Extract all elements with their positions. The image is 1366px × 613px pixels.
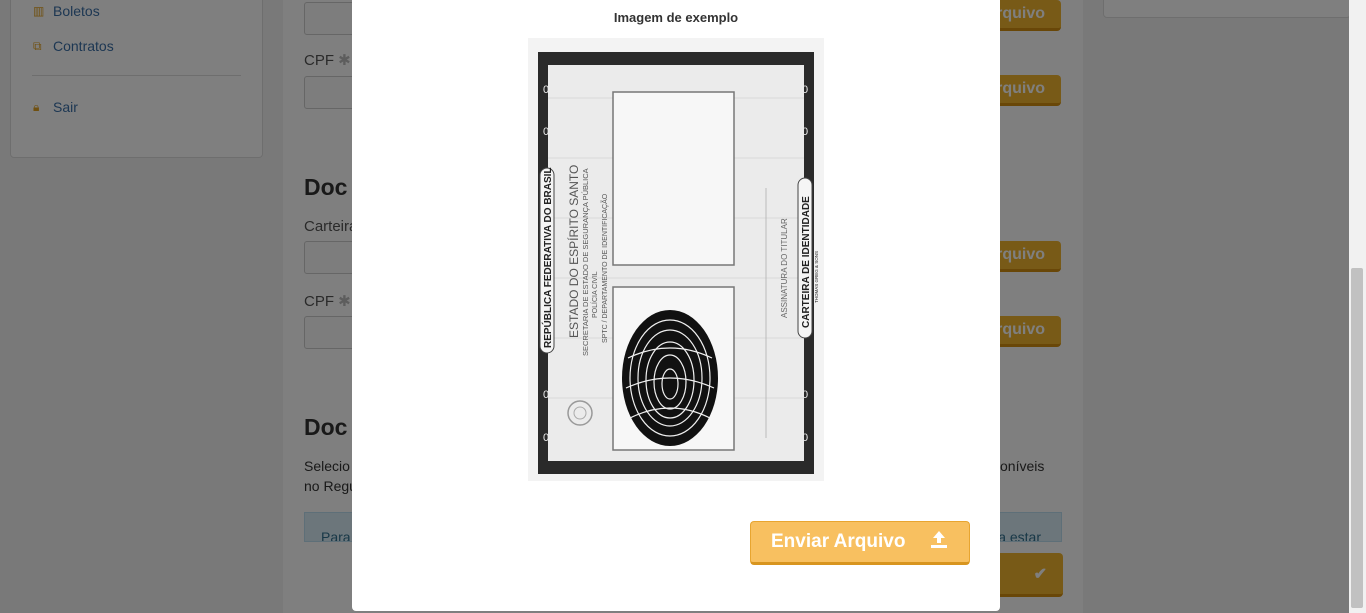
svg-text:ESTADO DO ESPÍRITO SANTO: ESTADO DO ESPÍRITO SANTO xyxy=(566,165,581,338)
send-button-label: Enviar Arquivo xyxy=(771,531,906,552)
svg-text:0: 0 xyxy=(802,389,808,401)
svg-text:ASSINATURA DO TITULAR: ASSINATURA DO TITULAR xyxy=(780,218,789,318)
example-image-modal: Imagem de exemplo REPÚBLICA FEDERATIVA D… xyxy=(352,0,1000,611)
svg-text:0: 0 xyxy=(543,432,549,444)
svg-text:0: 0 xyxy=(802,126,808,138)
fingerprint-icon xyxy=(622,310,718,446)
svg-text:0: 0 xyxy=(543,126,549,138)
upload-icon xyxy=(929,529,949,555)
svg-text:REPÚBLICA FEDERATIVA DO BRASIL: REPÚBLICA FEDERATIVA DO BRASIL xyxy=(541,167,554,348)
svg-text:0: 0 xyxy=(543,389,549,401)
scrollbar-thumb[interactable] xyxy=(1351,268,1363,608)
svg-text:SECRETARIA DE ESTADO DE SEGURA: SECRETARIA DE ESTADO DE SEGURANÇA PÚBLIC… xyxy=(581,168,590,356)
svg-text:THOMAS GREG & SONS: THOMAS GREG & SONS xyxy=(814,251,819,303)
example-id-card-image: REPÚBLICA FEDERATIVA DO BRASIL ESTADO DO… xyxy=(528,38,824,481)
modal-title: Imagem de exemplo xyxy=(613,10,739,25)
send-file-button[interactable]: Enviar Arquivo xyxy=(750,521,970,565)
svg-text:0: 0 xyxy=(543,84,549,96)
svg-text:SPTC / DEPARTAMENTO DE IDENTIF: SPTC / DEPARTAMENTO DE IDENTIFICAÇÃO xyxy=(600,193,609,343)
svg-text:POLÍCIA CIVIL: POLÍCIA CIVIL xyxy=(590,271,599,318)
svg-text:0: 0 xyxy=(802,432,808,444)
page-scrollbar[interactable] xyxy=(1349,0,1366,613)
svg-text:CARTEIRA DE IDENTIDADE: CARTEIRA DE IDENTIDADE xyxy=(801,196,812,328)
svg-text:0: 0 xyxy=(802,84,808,96)
